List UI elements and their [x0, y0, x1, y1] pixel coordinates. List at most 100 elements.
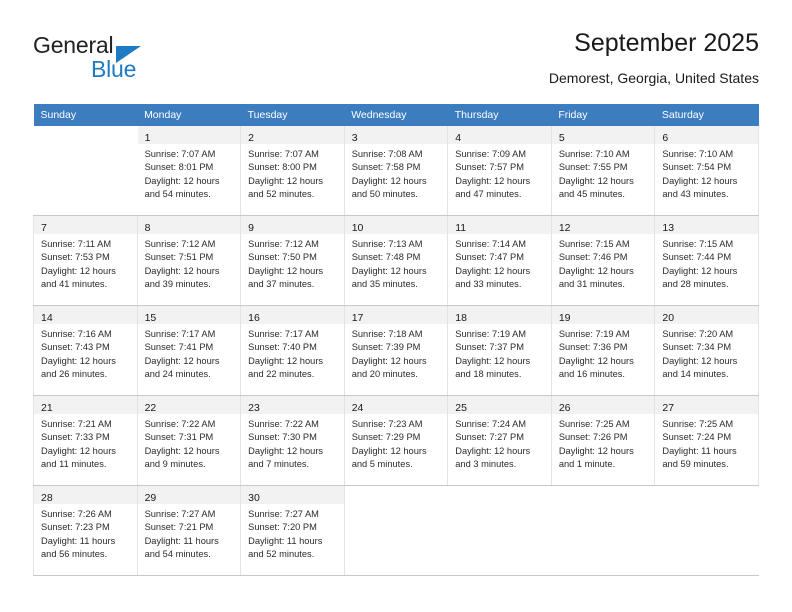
day-details: Sunrise: 7:26 AM Sunset: 7:23 PM Daylight:… [34, 504, 137, 561]
day-number-bar: 23 [241, 396, 344, 414]
day-details: Sunrise: 7:15 AM Sunset: 7:44 PM Daylight:… [655, 234, 758, 291]
calendar-cell-empty [447, 485, 552, 576]
day-number-bar: 10 [344, 216, 448, 234]
day-detail-line: Sunrise: 7:24 AM [455, 419, 527, 429]
day-detail-line: Sunset: 7:23 PM [41, 522, 110, 533]
day-detail-line: and 9 minutes. [144, 458, 206, 469]
day-detail-line: Sunrise: 7:18 AM [351, 329, 423, 339]
calendar-day-cell[interactable]: 20 Sunrise: 7:20 AM Sunset: 7:34 PM Dayligh… [654, 305, 759, 396]
day-detail-line: Daylight: 11 hours [248, 535, 323, 546]
day-details: Sunrise: 7:24 AM Sunset: 7:27 PM Daylight:… [448, 414, 551, 471]
day-number-bar: 20 [655, 306, 758, 324]
calendar-day-cell[interactable]: 15 Sunrise: 7:17 AM Sunset: 7:41 PM Dayligh… [136, 305, 242, 396]
calendar-day-cell[interactable]: 30 Sunrise: 7:27 AM Sunset: 7:20 PM Dayligh… [240, 485, 345, 576]
day-detail-line: Daylight: 12 hours [144, 175, 220, 186]
day-detail-line: and 11 minutes. [41, 458, 107, 469]
day-detail-line: Sunrise: 7:10 AM [662, 149, 734, 159]
calendar-day-cell[interactable]: 7 Sunrise: 7:11 AM Sunset: 7:53 PM Daylight… [33, 215, 138, 306]
calendar-page: General Blue September 2025 Demorest, Ge… [0, 0, 792, 612]
day-number-bar: 24 [344, 396, 448, 414]
day-number: 5 [558, 132, 565, 144]
day-number-bar: 8 [137, 216, 241, 234]
calendar-day-cell[interactable]: 3 Sunrise: 7:08 AM Sunset: 7:58 PM Daylight… [343, 126, 449, 216]
calendar-day-cell[interactable]: 29 Sunrise: 7:27 AM Sunset: 7:21 PM Dayligh… [136, 485, 242, 576]
day-detail-line: Sunrise: 7:12 AM [144, 239, 216, 249]
calendar-day-cell[interactable]: 25 Sunrise: 7:24 AM Sunset: 7:27 PM Dayligh… [447, 395, 552, 486]
day-number: 19 [558, 312, 571, 324]
day-details: Sunrise: 7:23 AM Sunset: 7:29 PM Daylight:… [345, 414, 448, 471]
day-details: Sunrise: 7:19 AM Sunset: 7:36 PM Daylight:… [552, 324, 655, 381]
calendar-day-cell[interactable]: 8 Sunrise: 7:12 AM Sunset: 7:51 PM Daylight… [136, 215, 242, 306]
weekday-header-saturday: Saturday [654, 104, 759, 126]
calendar-day-cell[interactable]: 13 Sunrise: 7:15 AM Sunset: 7:44 PM Dayligh… [654, 215, 759, 306]
calendar-day-cell[interactable]: 5 Sunrise: 7:10 AM Sunset: 7:55 PM Daylight… [550, 126, 656, 216]
day-number: 1 [144, 132, 151, 144]
calendar-day-cell[interactable]: 23 Sunrise: 7:22 AM Sunset: 7:30 PM Dayligh… [240, 395, 345, 486]
day-number-bar: 21 [34, 396, 137, 414]
day-detail-line: Daylight: 12 hours [41, 445, 116, 456]
day-number: 28 [41, 492, 53, 504]
calendar-day-cell[interactable]: 6 Sunrise: 7:10 AM Sunset: 7:54 PM Daylight… [654, 126, 759, 216]
day-details [552, 504, 655, 508]
calendar-day-cell[interactable]: 27 Sunrise: 7:25 AM Sunset: 7:24 PM Dayligh… [654, 395, 759, 486]
day-detail-line: and 47 minutes. [455, 188, 522, 199]
calendar-day-cell[interactable]: 12 Sunrise: 7:15 AM Sunset: 7:46 PM Dayligh… [550, 215, 656, 306]
calendar-day-cell[interactable]: 19 Sunrise: 7:19 AM Sunset: 7:36 PM Dayligh… [550, 305, 656, 396]
calendar-day-cell[interactable]: 4 Sunrise: 7:09 AM Sunset: 7:57 PM Daylight… [447, 126, 552, 216]
day-details: Sunrise: 7:08 AM Sunset: 7:58 PM Daylight:… [345, 144, 448, 201]
day-detail-line: Daylight: 12 hours [558, 445, 634, 456]
calendar-day-cell[interactable]: 10 Sunrise: 7:13 AM Sunset: 7:48 PM Dayligh… [343, 215, 449, 306]
day-number: 10 [351, 222, 364, 234]
calendar-table: Sunday Monday Tuesday Wednesday Thursday Frid… [33, 104, 759, 576]
calendar-day-cell[interactable]: 24 Sunrise: 7:23 AM Sunset: 7:29 PM Dayligh… [343, 395, 449, 486]
day-number-bar: 29 [137, 486, 241, 504]
day-detail-line: and 37 minutes. [248, 278, 315, 289]
weekday-header-friday: Friday [551, 104, 655, 126]
day-number-bar: 19 [551, 306, 655, 324]
weekday-header-thursday: Thursday [447, 104, 552, 126]
day-number-bar: 13 [655, 216, 758, 234]
calendar-day-cell[interactable]: 18 Sunrise: 7:19 AM Sunset: 7:37 PM Dayligh… [447, 305, 552, 396]
day-details: Sunrise: 7:25 AM Sunset: 7:24 PM Daylight:… [655, 414, 758, 471]
day-number: 30 [248, 492, 260, 504]
calendar-week-row: 28 Sunrise: 7:26 AM Sunset: 7:23 PM Dayligh… [33, 485, 759, 576]
day-detail-line: and 43 minutes. [662, 188, 729, 199]
day-details: Sunrise: 7:22 AM Sunset: 7:30 PM Daylight:… [241, 414, 344, 471]
calendar-day-cell[interactable]: 22 Sunrise: 7:22 AM Sunset: 7:31 PM Dayligh… [136, 395, 242, 486]
day-detail-line: Sunrise: 7:17 AM [144, 329, 216, 339]
calendar-day-cell[interactable]: 16 Sunrise: 7:17 AM Sunset: 7:40 PM Dayligh… [240, 305, 345, 396]
day-detail-line: Sunset: 7:40 PM [248, 342, 317, 353]
day-details: Sunrise: 7:17 AM Sunset: 7:40 PM Daylight:… [241, 324, 344, 381]
day-number-bar: 14 [34, 306, 137, 324]
day-detail-line: Sunset: 7:24 PM [662, 432, 732, 443]
day-details: Sunrise: 7:25 AM Sunset: 7:26 PM Daylight:… [552, 414, 655, 471]
calendar-day-cell[interactable]: 1 Sunrise: 7:07 AM Sunset: 8:01 PM Daylight… [136, 126, 242, 216]
day-detail-line: and 59 minutes. [662, 458, 729, 469]
calendar-day-cell[interactable]: 2 Sunrise: 7:07 AM Sunset: 8:00 PM Daylight… [240, 126, 345, 216]
day-number: 14 [41, 312, 53, 324]
day-number: 23 [248, 402, 260, 414]
calendar-cell-empty [343, 485, 449, 576]
day-number: 24 [351, 402, 364, 414]
day-detail-line: Sunset: 7:27 PM [455, 432, 524, 443]
calendar-cell-empty [550, 485, 656, 576]
day-detail-line: Daylight: 12 hours [351, 265, 427, 276]
day-number: 16 [248, 312, 260, 324]
day-detail-line: Sunset: 7:20 PM [248, 522, 317, 533]
calendar-day-cell[interactable]: 14 Sunrise: 7:16 AM Sunset: 7:43 PM Dayligh… [33, 305, 138, 396]
day-detail-line: Sunset: 7:54 PM [662, 162, 732, 173]
day-detail-line: Daylight: 12 hours [41, 355, 116, 366]
calendar-day-cell[interactable]: 17 Sunrise: 7:18 AM Sunset: 7:39 PM Dayligh… [343, 305, 449, 396]
brand-logo[interactable]: General Blue [33, 32, 233, 90]
page-title: September 2025 [574, 29, 759, 57]
day-detail-line: Sunset: 7:46 PM [558, 252, 628, 263]
calendar-day-cell[interactable]: 26 Sunrise: 7:25 AM Sunset: 7:26 PM Dayligh… [550, 395, 656, 486]
day-detail-line: Sunrise: 7:12 AM [248, 239, 319, 249]
calendar-day-cell[interactable]: 28 Sunrise: 7:26 AM Sunset: 7:23 PM Dayligh… [33, 485, 138, 576]
calendar-day-cell[interactable]: 9 Sunrise: 7:12 AM Sunset: 7:50 PM Daylight… [240, 215, 345, 306]
calendar-day-cell[interactable]: 21 Sunrise: 7:21 AM Sunset: 7:33 PM Dayligh… [33, 395, 138, 486]
day-number: 22 [144, 402, 157, 414]
day-detail-line: and 35 minutes. [351, 278, 418, 289]
calendar-cell-empty [654, 485, 759, 576]
calendar-day-cell[interactable]: 11 Sunrise: 7:14 AM Sunset: 7:47 PM Dayligh… [447, 215, 552, 306]
